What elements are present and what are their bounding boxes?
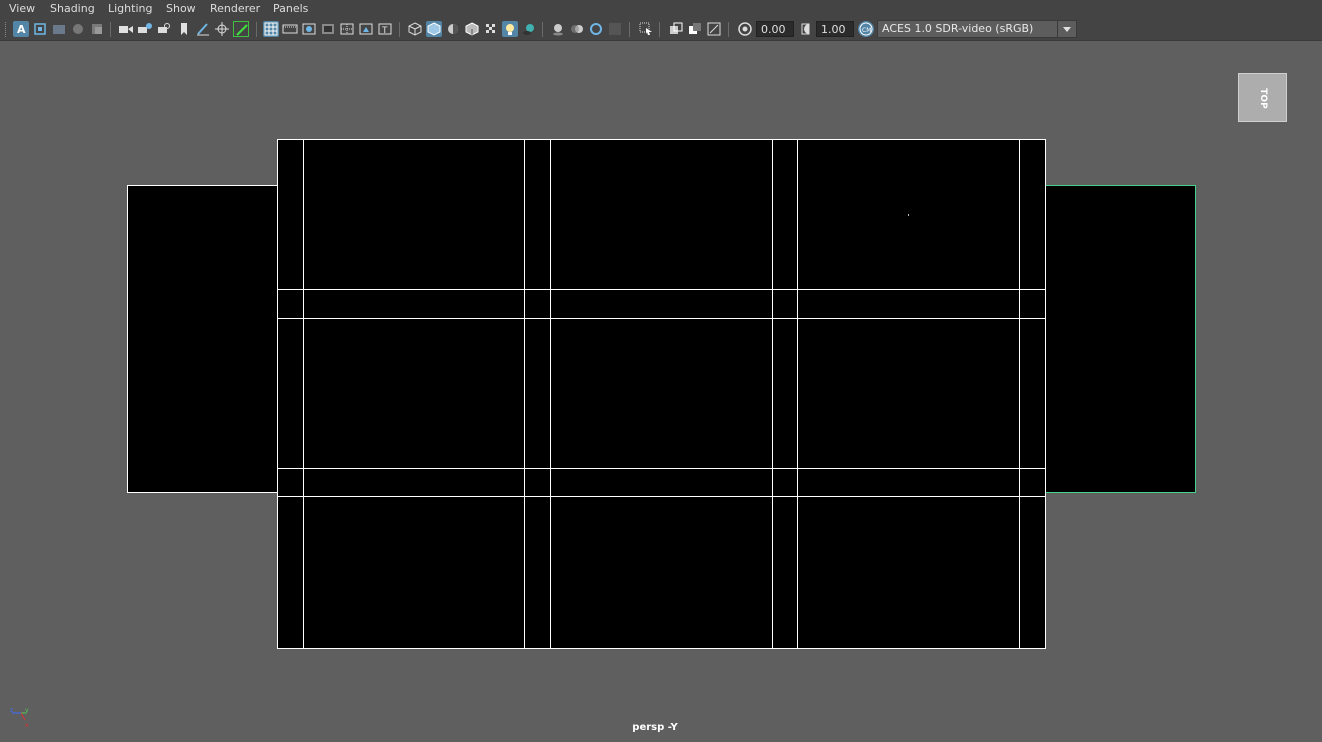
bookmark-icon[interactable] bbox=[176, 21, 192, 37]
color-management-icon[interactable]: CM bbox=[858, 21, 874, 37]
view-transform-label: ACES 1.0 SDR-video (sRGB) bbox=[882, 22, 1034, 35]
toolbar-separator bbox=[542, 22, 543, 37]
shadows-icon[interactable] bbox=[521, 21, 537, 37]
uv-shell-center-grid[interactable] bbox=[277, 139, 1046, 649]
uv-grid-edge bbox=[1019, 140, 1020, 648]
grease-pencil-icon[interactable] bbox=[195, 21, 211, 37]
uv-grid-edge bbox=[278, 289, 1045, 290]
toolbar-separator bbox=[110, 22, 111, 37]
use-all-lights-icon[interactable] bbox=[502, 21, 518, 37]
select-camera-icon[interactable]: A bbox=[13, 21, 29, 37]
resolution-gate-icon[interactable] bbox=[301, 21, 317, 37]
image-plane-icon[interactable] bbox=[70, 21, 86, 37]
camera-icon[interactable] bbox=[118, 21, 134, 37]
toolbar-separator bbox=[659, 22, 660, 37]
camera-tools-icon[interactable] bbox=[137, 21, 153, 37]
menu-panels[interactable]: Panels bbox=[273, 2, 308, 15]
pan-zoom-icon[interactable] bbox=[214, 21, 230, 37]
uv-shell-left[interactable] bbox=[127, 185, 278, 493]
uv-edit-icon[interactable] bbox=[233, 21, 249, 37]
use-default-material-icon[interactable] bbox=[445, 21, 461, 37]
smooth-shade-icon[interactable] bbox=[426, 21, 442, 37]
menu-view[interactable]: View bbox=[9, 2, 35, 15]
wireframe-icon[interactable] bbox=[407, 21, 423, 37]
axis-label-x: x bbox=[25, 722, 29, 729]
uv-grid-edge bbox=[278, 318, 1045, 319]
gate-mask-icon[interactable] bbox=[320, 21, 336, 37]
uv-grid-edge bbox=[278, 468, 1045, 469]
lock-camera-icon[interactable] bbox=[32, 21, 48, 37]
safe-title-icon[interactable]: T bbox=[377, 21, 393, 37]
uv-grid-edge bbox=[772, 140, 773, 648]
uv-point bbox=[908, 214, 909, 216]
chevron-down-icon[interactable] bbox=[1057, 21, 1076, 37]
toolbar-grip[interactable] bbox=[5, 22, 8, 37]
ambient-occlusion-icon[interactable] bbox=[550, 21, 566, 37]
gamma-icon[interactable] bbox=[798, 21, 814, 37]
panel-toolbar: A T 0.00 1.00 CM ACES 1.0 SDR-video (sRG… bbox=[0, 19, 1322, 41]
svg-text:CM: CM bbox=[862, 27, 871, 34]
3d-viewport[interactable]: TOP z y x persp -Y bbox=[0, 41, 1322, 742]
depth-of-field-icon[interactable] bbox=[607, 21, 623, 37]
uv-grid-edge bbox=[303, 140, 304, 648]
exposure-field[interactable]: 0.00 bbox=[756, 21, 794, 37]
menu-show[interactable]: Show bbox=[166, 2, 196, 15]
view-transform-dropdown[interactable]: ACES 1.0 SDR-video (sRGB) bbox=[877, 20, 1077, 38]
menu-renderer[interactable]: Renderer bbox=[210, 2, 260, 15]
xray-joints-icon[interactable] bbox=[706, 21, 722, 37]
motion-blur-icon[interactable] bbox=[569, 21, 585, 37]
safe-action-icon[interactable] bbox=[358, 21, 374, 37]
two-d-pan-zoom-icon[interactable] bbox=[89, 21, 105, 37]
camera-name-label: persp -Y bbox=[632, 722, 678, 733]
uv-shell-right-selected[interactable] bbox=[1044, 185, 1196, 493]
menu-lighting[interactable]: Lighting bbox=[108, 2, 152, 15]
axis-label-z: z bbox=[10, 707, 13, 714]
uv-grid-edge bbox=[797, 140, 798, 648]
svg-text:A: A bbox=[17, 23, 26, 36]
menu-shading[interactable]: Shading bbox=[50, 2, 95, 15]
panel-menu-bar: View Shading Lighting Show Renderer Pane… bbox=[0, 0, 1322, 19]
uv-grid-edge bbox=[550, 140, 551, 648]
toolbar-separator bbox=[728, 22, 729, 37]
uv-grid-edge bbox=[524, 140, 525, 648]
svg-text:T: T bbox=[381, 26, 388, 36]
xray-active-components-icon[interactable] bbox=[687, 21, 703, 37]
axis-label-y: y bbox=[25, 707, 29, 714]
field-chart-icon[interactable] bbox=[339, 21, 355, 37]
isolate-select-icon[interactable] bbox=[638, 21, 654, 37]
exposure-icon[interactable] bbox=[737, 21, 753, 37]
toolbar-separator bbox=[399, 22, 400, 37]
grid-icon[interactable] bbox=[263, 21, 279, 37]
camera-attributes-icon[interactable] bbox=[51, 21, 67, 37]
toolbar-separator bbox=[629, 22, 630, 37]
wireframe-on-shaded-icon[interactable] bbox=[464, 21, 480, 37]
xray-icon[interactable] bbox=[668, 21, 684, 37]
anti-aliasing-icon[interactable] bbox=[588, 21, 604, 37]
toolbar-separator bbox=[256, 22, 257, 37]
axis-gizmo: z y x bbox=[8, 705, 38, 733]
bookmark-camera-icon[interactable] bbox=[156, 21, 172, 37]
gamma-field[interactable]: 1.00 bbox=[816, 21, 854, 37]
uv-grid-edge bbox=[278, 496, 1045, 497]
textured-icon[interactable] bbox=[483, 21, 499, 37]
view-cube-label: TOP bbox=[1258, 88, 1269, 109]
view-cube[interactable]: TOP bbox=[1238, 73, 1287, 122]
maya-viewport-panel: View Shading Lighting Show Renderer Pane… bbox=[0, 0, 1322, 742]
film-gate-icon[interactable] bbox=[282, 21, 298, 37]
